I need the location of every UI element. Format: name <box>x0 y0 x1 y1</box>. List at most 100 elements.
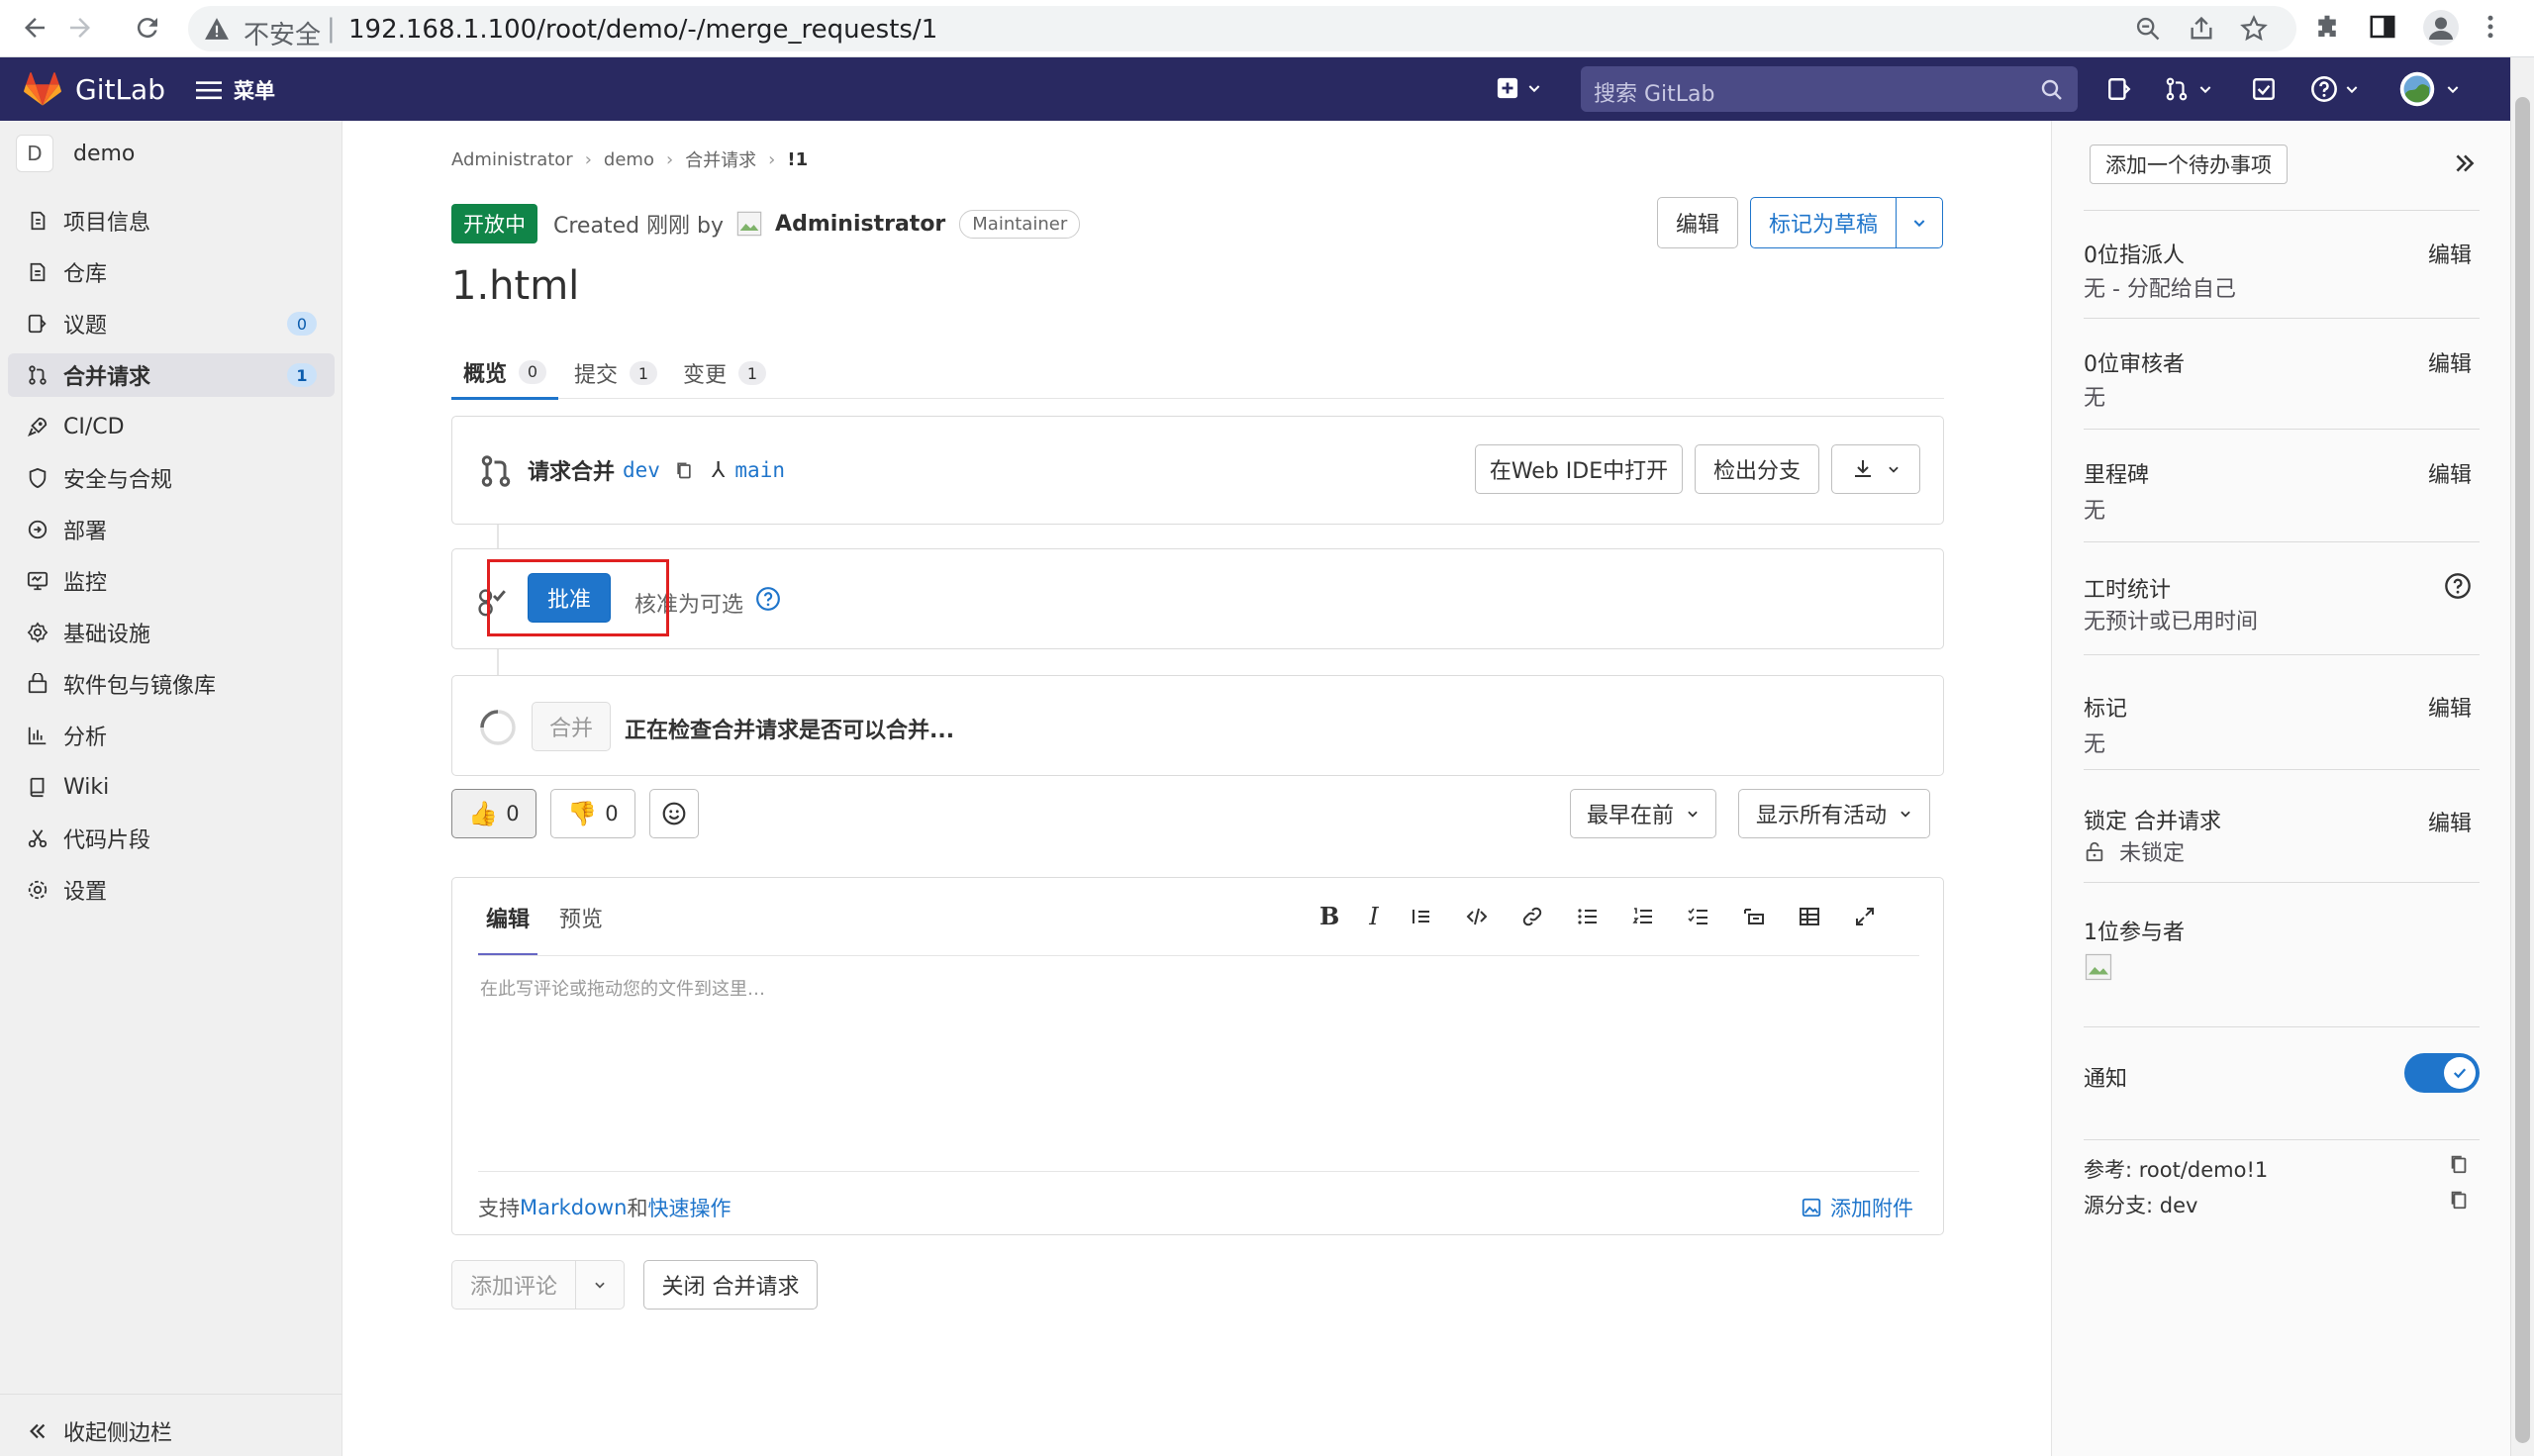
bold-icon[interactable]: B <box>1319 902 1339 930</box>
chart-icon <box>26 724 49 747</box>
comment-type-dropdown[interactable] <box>575 1260 625 1310</box>
merge-requests-header-dropdown[interactable] <box>2164 76 2213 102</box>
sidebar-item-issues[interactable]: 议题 0 <box>8 302 335 345</box>
browser-menu-icon[interactable] <box>2481 12 2500 42</box>
download-dropdown[interactable] <box>1831 444 1920 494</box>
bookmark-star-icon[interactable] <box>2239 14 2269 44</box>
reviewer-edit-link[interactable]: 编辑 <box>2428 346 2472 378</box>
checkout-branch-button[interactable]: 检出分支 <box>1695 444 1819 494</box>
sidebar-item-monitor[interactable]: 监控 <box>8 559 335 603</box>
sidebar-item-settings[interactable]: 设置 <box>8 868 335 912</box>
breadcrumb-item[interactable]: Administrator <box>451 149 573 170</box>
scrollbar-thumb[interactable] <box>2515 97 2530 1443</box>
edit-mr-button[interactable]: 编辑 <box>1657 197 1738 248</box>
sort-dropdown[interactable]: 最早在前 <box>1570 789 1716 838</box>
share-icon[interactable] <box>2188 15 2215 43</box>
mark-as-draft-button[interactable]: 标记为草稿 <box>1750 197 1897 248</box>
table-icon[interactable] <box>1797 905 1822 928</box>
italic-icon[interactable]: I <box>1369 903 1378 930</box>
user-menu-dropdown[interactable] <box>2399 71 2461 107</box>
quick-actions-link[interactable]: 快速操作 <box>647 1193 731 1222</box>
mr-actions-dropdown[interactable] <box>1896 197 1943 248</box>
participant-avatar[interactable] <box>2084 952 2113 982</box>
markdown-link[interactable]: Markdown <box>520 1196 627 1219</box>
sidebar-item-infrastructure[interactable]: 基础设施 <box>8 611 335 654</box>
open-in-web-ide-button[interactable]: 在Web IDE中打开 <box>1475 444 1683 494</box>
profile-avatar-icon[interactable] <box>2423 10 2459 46</box>
tab-overview[interactable]: 概览 0 <box>451 346 559 400</box>
thumbs-up-button[interactable]: 👍 0 <box>451 789 536 838</box>
bullet-list-icon[interactable] <box>1575 905 1601 928</box>
address-bar[interactable]: 不安全 | 192.168.1.100/root/demo/-/merge_re… <box>188 6 2296 51</box>
forward-icon[interactable] <box>65 13 95 43</box>
sidebar-item-snippets[interactable]: 代码片段 <box>8 817 335 860</box>
sidebar-item-packages[interactable]: 软件包与镜像库 <box>8 662 335 706</box>
sidebar-item-merge-requests[interactable]: 合并请求 1 <box>8 353 335 397</box>
close-mr-button[interactable]: 关闭 合并请求 <box>643 1260 818 1310</box>
menu-button[interactable]: 菜单 <box>196 75 275 105</box>
sidebar-item-deployments[interactable]: 部署 <box>8 508 335 551</box>
collapse-right-sidebar-icon[interactable] <box>2452 150 2478 176</box>
project-header[interactable]: D demo <box>16 135 135 172</box>
tab-changes[interactable]: 变更 1 <box>671 346 778 400</box>
search-input[interactable]: 搜索 GitLab <box>1581 66 2078 112</box>
collapsible-icon[interactable] <box>1741 905 1767 928</box>
zoom-icon[interactable] <box>2134 15 2162 43</box>
url-text[interactable]: 192.168.1.100/root/demo/-/merge_requests… <box>348 15 937 45</box>
copy-icon[interactable] <box>674 459 694 481</box>
activity-filter-dropdown[interactable]: 显示所有活动 <box>1738 789 1930 838</box>
editor-tab-preview[interactable]: 预览 <box>559 902 603 933</box>
milestone-edit-link[interactable]: 编辑 <box>2428 457 2472 489</box>
task-list-icon[interactable] <box>1686 905 1711 928</box>
fullscreen-icon[interactable] <box>1852 905 1878 928</box>
copy-reference-icon[interactable] <box>2448 1152 2470 1176</box>
help-icon[interactable] <box>755 586 781 612</box>
editor-tab-write[interactable]: 编辑 <box>478 902 538 956</box>
collapse-sidebar-button[interactable]: 收起侧边栏 <box>8 1409 335 1453</box>
browser-toolbar: 不安全 | 192.168.1.100/root/demo/-/merge_re… <box>0 0 2534 57</box>
side-panel-icon[interactable] <box>2368 12 2397 42</box>
copy-branch-icon[interactable] <box>2448 1188 2470 1212</box>
breadcrumb-item[interactable]: demo <box>604 149 654 170</box>
sidebar-item-cicd[interactable]: CI/CD <box>8 405 335 448</box>
sidebar-item-repository[interactable]: 仓库 <box>8 250 335 294</box>
lock-edit-link[interactable]: 编辑 <box>2428 806 2472 837</box>
attach-file-button[interactable]: 添加附件 <box>1801 1193 1913 1222</box>
merge-button[interactable]: 合并 <box>532 702 611 751</box>
author-avatar[interactable] <box>735 210 763 238</box>
assignee-edit-link[interactable]: 编辑 <box>2428 238 2472 269</box>
sidebar-item-project-info[interactable]: 项目信息 <box>8 199 335 243</box>
add-comment-button[interactable]: 添加评论 <box>451 1260 576 1310</box>
back-icon[interactable] <box>20 13 49 43</box>
new-item-dropdown[interactable] <box>1497 77 1542 99</box>
comment-textarea[interactable]: 在此写评论或拖动您的文件到这里… <box>480 975 765 1001</box>
add-reaction-button[interactable] <box>649 789 699 838</box>
help-dropdown[interactable] <box>2310 75 2360 103</box>
sidebar-item-analytics[interactable]: 分析 <box>8 714 335 757</box>
source-branch-link[interactable]: dev <box>623 458 660 482</box>
assignee-value[interactable]: 无 - 分配给自己 <box>2084 271 2236 303</box>
sidebar-item-security[interactable]: 安全与合规 <box>8 456 335 500</box>
quote-icon[interactable] <box>1409 905 1434 928</box>
page-scrollbar[interactable] <box>2510 57 2534 1456</box>
issues-header-icon[interactable] <box>2106 76 2132 102</box>
author-name[interactable]: Administrator <box>775 212 945 237</box>
search-icon[interactable] <box>2040 78 2064 102</box>
target-branch-link[interactable]: main <box>734 458 785 482</box>
notifications-toggle[interactable] <box>2404 1053 2480 1093</box>
reload-icon[interactable] <box>133 13 162 43</box>
labels-edit-link[interactable]: 编辑 <box>2428 691 2472 723</box>
add-todo-button[interactable]: 添加一个待办事项 <box>2090 145 2288 184</box>
numbered-list-icon[interactable] <box>1630 905 1656 928</box>
breadcrumb-item[interactable]: 合并请求 <box>685 146 756 172</box>
help-icon[interactable] <box>2444 572 2472 600</box>
thumbs-down-button[interactable]: 👎 0 <box>550 789 635 838</box>
link-icon[interactable] <box>1519 905 1545 928</box>
breadcrumb-item-current[interactable]: !1 <box>787 149 808 170</box>
sidebar-item-wiki[interactable]: Wiki <box>8 765 335 809</box>
extensions-icon[interactable] <box>2312 12 2342 42</box>
tab-commits[interactable]: 提交 1 <box>562 346 669 400</box>
todos-icon[interactable] <box>2251 76 2277 102</box>
gitlab-logo[interactable]: GitLab <box>24 71 165 107</box>
code-icon[interactable] <box>1464 905 1490 928</box>
